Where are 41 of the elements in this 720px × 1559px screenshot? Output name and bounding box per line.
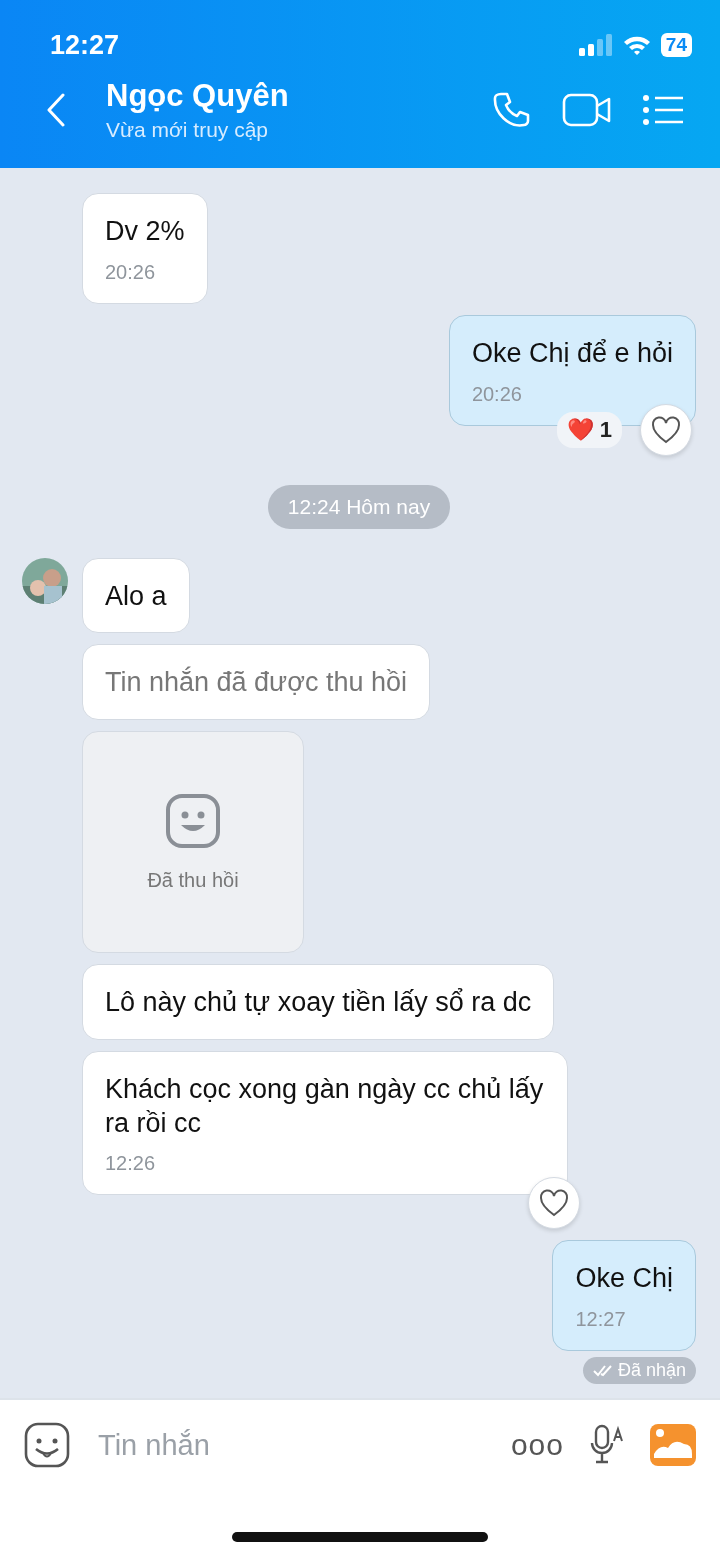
message-bubble[interactable]: Alo a (82, 557, 190, 634)
phone-icon[interactable] (492, 90, 532, 130)
menu-icon[interactable] (642, 94, 684, 126)
delivery-status: Đã nhận (582, 1357, 696, 1384)
back-icon[interactable] (46, 93, 66, 127)
heart-icon (539, 1189, 569, 1218)
video-call-icon[interactable] (562, 92, 612, 128)
message-input[interactable]: Tin nhắn (96, 1427, 485, 1463)
recalled-media-card[interactable]: Đã thu hồi (82, 731, 304, 953)
smiley-icon (165, 792, 221, 849)
image-icon[interactable] (650, 1424, 696, 1466)
recalled-message-text: Tin nhắn đã được thu hồi (105, 666, 407, 700)
message-bubble[interactable]: Dv 2% 20:26 (82, 193, 208, 304)
reaction-badge[interactable]: ❤ 1 (556, 411, 622, 448)
message-time: 12:26 (105, 1152, 157, 1176)
double-check-icon (592, 1364, 613, 1377)
more-button[interactable]: ooo (510, 1428, 564, 1462)
message-text: Oke Chị (575, 1262, 673, 1296)
presence-status: Vừa mới truy cập (106, 118, 270, 142)
message-text: Oke Chị để e hỏi (471, 336, 673, 370)
message-time: 12:27 (575, 1308, 627, 1331)
message-time: 20:26 (105, 260, 157, 284)
message-time: 20:26 (471, 382, 523, 406)
sticker-icon[interactable] (24, 1422, 70, 1468)
message-bubble[interactable]: Khách cọc xong gàn ngày cc chủ lấy ra rồi cc 12:26 (82, 1050, 568, 1196)
status-time: 12:27 (50, 29, 120, 61)
message-text: Alo a (105, 579, 167, 613)
avatar[interactable] (22, 557, 68, 604)
message-text: Dv 2% (105, 215, 185, 248)
message-bubble[interactable]: Tin nhắn đã được thu hồi (82, 644, 430, 720)
heart-icon (651, 415, 681, 444)
like-button[interactable] (528, 1177, 580, 1230)
date-separator: 12:24 Hôm nay (267, 484, 451, 529)
contact-name: Ngọc Quyên (106, 78, 290, 114)
message-bubble[interactable]: Oke Chị 12:27 (552, 1240, 696, 1351)
battery-icon: 74 (660, 33, 692, 57)
message-bubble[interactable]: Lô này chủ tự xoay tiền lấy sổ ra dc (82, 964, 555, 1040)
message-text: Lô này chủ tự xoay tiền lấy sổ ra dc (105, 986, 532, 1019)
message-text: Khách cọc xong gàn ngày cc chủ lấy ra rồi cc (105, 1072, 545, 1140)
signal-icon (578, 34, 613, 56)
recalled-media-label: Đã thu hồi (147, 868, 239, 892)
